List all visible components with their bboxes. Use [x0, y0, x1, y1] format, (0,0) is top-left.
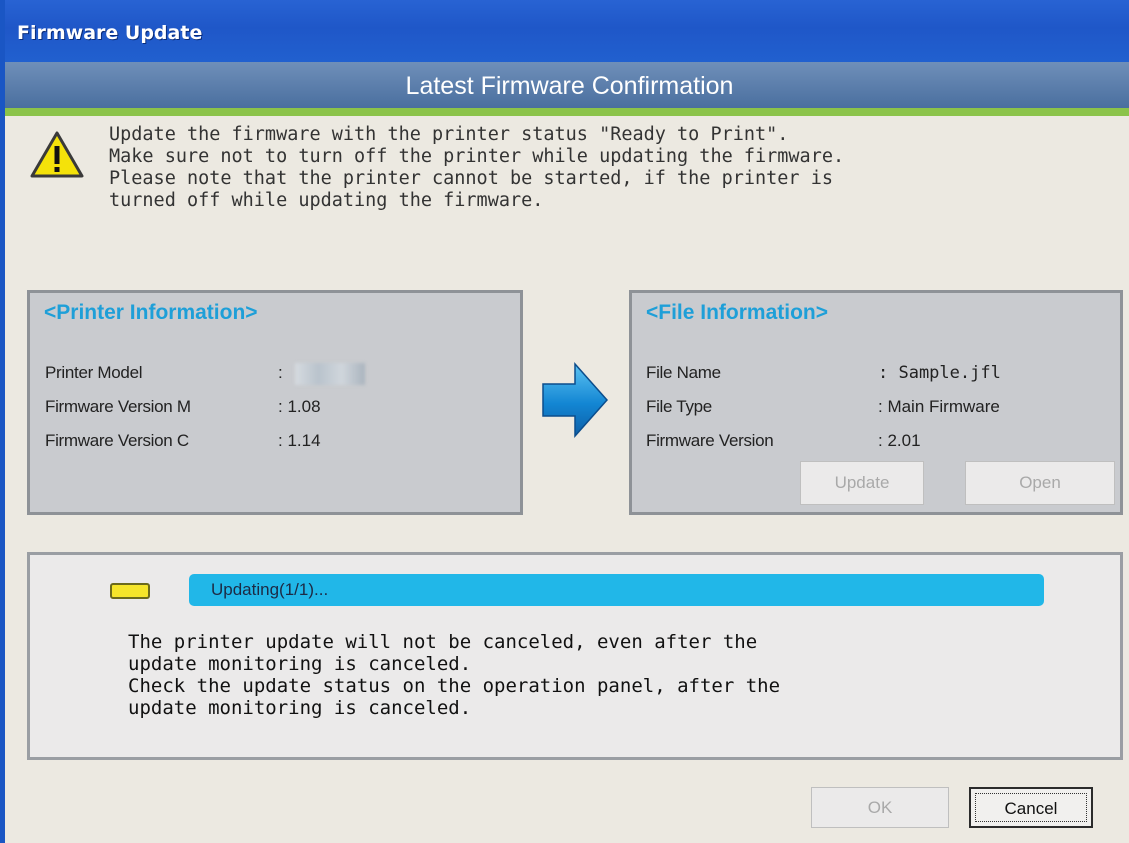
printer-model-label: Printer Model	[45, 363, 143, 382]
page-title: Latest Firmware Confirmation	[405, 72, 734, 100]
printer-information-title: <Printer Information>	[44, 301, 258, 324]
header-band: Latest Firmware Confirmation	[5, 62, 1129, 108]
file-firmware-version-value: : 2.01	[878, 431, 921, 450]
file-name-value: : Sample.jfl	[878, 363, 1001, 383]
printer-model-value: :	[278, 363, 283, 382]
update-status-panel: Updating(1/1)... The printer update will…	[27, 552, 1123, 760]
firmware-version-m-value: : 1.08	[278, 397, 321, 416]
open-button[interactable]: Open	[965, 461, 1115, 505]
warning-message: Update the firmware with the printer sta…	[109, 124, 845, 211]
progress-text: Updating(1/1)...	[211, 580, 329, 599]
file-type-label: File Type	[646, 397, 712, 416]
file-information-panel: <File Information> File Name : Sample.jf…	[629, 290, 1123, 515]
cancel-button-label: Cancel	[975, 793, 1087, 822]
title-bar: Firmware Update	[5, 0, 1129, 62]
printer-model-redacted	[295, 363, 365, 385]
printer-information-panel: <Printer Information> Printer Model : Fi…	[27, 290, 523, 515]
update-button[interactable]: Update	[800, 461, 924, 505]
file-type-value: : Main Firmware	[878, 397, 1000, 416]
firmware-version-c-label: Firmware Version C	[45, 431, 189, 450]
status-message: The printer update will not be canceled,…	[128, 631, 781, 719]
firmware-update-window: Firmware Update Latest Firmware Confirma…	[0, 0, 1129, 843]
window-title: Firmware Update	[17, 22, 203, 44]
file-name-label: File Name	[646, 363, 721, 382]
firmware-version-m-label: Firmware Version M	[45, 397, 191, 416]
firmware-version-c-value: : 1.14	[278, 431, 321, 450]
warning-triangle-icon	[30, 131, 84, 178]
progress-bar: Updating(1/1)...	[189, 574, 1044, 606]
arrow-right-icon	[542, 362, 609, 438]
ok-button[interactable]: OK	[811, 787, 949, 828]
file-information-title: <File Information>	[646, 301, 829, 324]
cancel-button[interactable]: Cancel	[969, 787, 1093, 828]
status-indicator	[110, 583, 150, 599]
header-divider	[5, 108, 1129, 116]
file-firmware-version-label: Firmware Version	[646, 431, 774, 450]
